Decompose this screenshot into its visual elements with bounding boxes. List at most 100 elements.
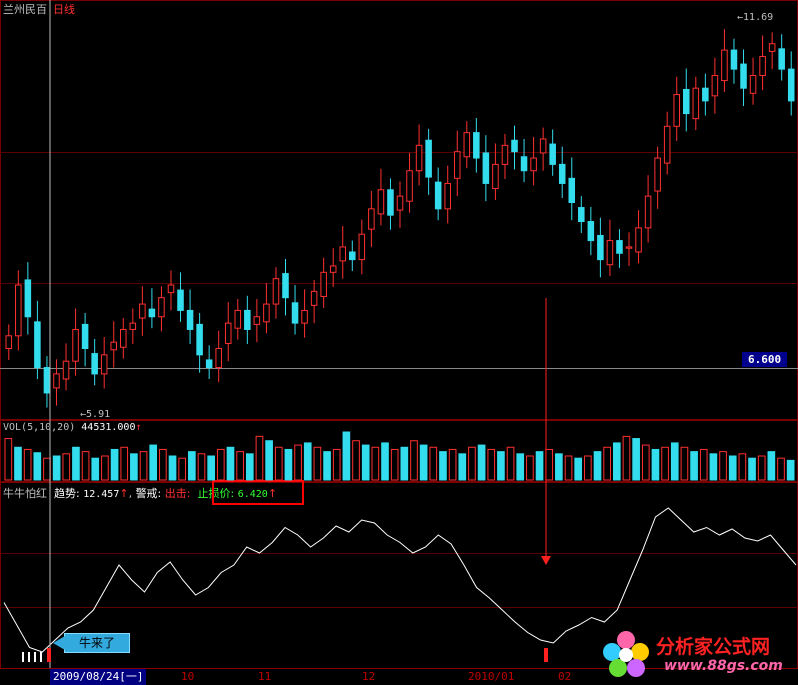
volume-bar — [535, 451, 544, 481]
candle-body — [768, 43, 776, 52]
candle-body — [692, 87, 700, 120]
volume-bar — [670, 442, 679, 481]
volume-bar — [748, 457, 756, 481]
candle-body — [740, 63, 747, 89]
volume-bar — [593, 451, 602, 481]
chart-canvas[interactable] — [0, 0, 798, 685]
candle-body — [463, 132, 471, 158]
candle-body — [81, 323, 89, 350]
candle-body — [282, 273, 289, 299]
candle-body — [778, 48, 785, 70]
volume-bar — [584, 455, 592, 481]
watermark: 分析家公式网 www.88gs.com — [598, 626, 798, 681]
candle-body — [568, 177, 576, 203]
candle-body — [644, 195, 652, 229]
candle-body — [72, 328, 79, 362]
volume-bar — [526, 455, 534, 481]
candle-body — [234, 309, 242, 329]
candle-body — [406, 170, 413, 202]
volume-bar — [612, 442, 621, 481]
candle-body — [358, 233, 366, 261]
volume-bar — [168, 455, 177, 481]
volume-bar — [699, 448, 708, 481]
candle-body — [663, 125, 671, 164]
candle-body — [320, 271, 327, 297]
volume-bar — [371, 446, 380, 481]
volume-bar — [757, 455, 766, 481]
candle-body — [167, 284, 175, 294]
candle-body — [578, 207, 585, 223]
volume-bar — [777, 457, 785, 481]
candle-body — [597, 234, 604, 261]
volume-bar — [574, 457, 583, 481]
candle-body — [787, 68, 795, 102]
candle-body — [5, 335, 13, 350]
volume-bar — [91, 457, 100, 481]
volume-bar — [564, 455, 573, 481]
buy-signal-bar — [47, 648, 51, 662]
candle-body — [253, 316, 261, 325]
volume-bar — [14, 446, 22, 481]
candle-body — [349, 251, 356, 261]
volume-bar — [255, 435, 264, 481]
signal-tick — [40, 652, 42, 662]
volume-bar — [651, 448, 660, 481]
volume-bar — [101, 455, 109, 481]
volume-bar — [400, 446, 409, 481]
candle-body — [415, 144, 423, 172]
candle-body — [62, 360, 70, 380]
selected-date[interactable]: 2009/08/24[一] — [50, 669, 147, 685]
volume-bar — [709, 453, 718, 481]
candle-body — [444, 182, 451, 210]
candle-body — [549, 143, 556, 165]
candle-body — [53, 373, 60, 389]
candle-body — [759, 55, 766, 76]
volume-bar — [468, 446, 476, 481]
volume-bar — [390, 448, 399, 481]
volume-bar — [226, 446, 235, 481]
watermark-url: www.88gs.com — [664, 658, 783, 674]
candle-body — [158, 297, 165, 318]
volume-bar — [352, 440, 360, 481]
volume-bar — [487, 448, 496, 481]
candle-body — [272, 278, 280, 305]
volume-bar — [767, 451, 776, 481]
volume-bar — [313, 446, 322, 481]
x-tick-label: 2010/01 — [468, 670, 515, 683]
candle-body — [100, 354, 108, 375]
buy-signal-bar — [544, 648, 548, 662]
volume-bar — [274, 446, 283, 481]
candle-body — [520, 156, 528, 172]
candle-body — [673, 94, 680, 127]
candle-body — [120, 328, 127, 348]
volume-bar — [738, 453, 747, 481]
candle-body — [244, 309, 251, 330]
x-tick-label: 10 — [181, 670, 195, 683]
volume-bar — [207, 455, 215, 481]
volume-bar — [43, 457, 51, 481]
candle-body — [721, 49, 728, 82]
volume-bar — [661, 446, 669, 481]
candle-body — [434, 181, 442, 210]
candle-body — [205, 359, 213, 369]
volume-bar — [139, 451, 148, 481]
volume-bar — [719, 451, 727, 481]
candle-body — [263, 303, 270, 323]
candle-body — [215, 348, 222, 369]
volume-bar — [188, 451, 196, 481]
candle-body — [177, 289, 184, 311]
volume-bar — [410, 440, 418, 481]
candle-body — [682, 88, 690, 115]
candle-body — [473, 132, 480, 159]
volume-bar — [429, 446, 438, 481]
volume-bar — [545, 448, 554, 481]
candle-body — [139, 303, 146, 319]
volume-bar — [641, 444, 650, 481]
volume-bar — [690, 451, 698, 481]
volume-bar — [110, 448, 119, 481]
candle-body — [501, 144, 509, 165]
volume-bar — [786, 459, 795, 481]
volume-bar — [555, 453, 563, 481]
bull-signal-callout: 牛来了 — [53, 633, 130, 653]
volume-bar — [4, 438, 13, 481]
